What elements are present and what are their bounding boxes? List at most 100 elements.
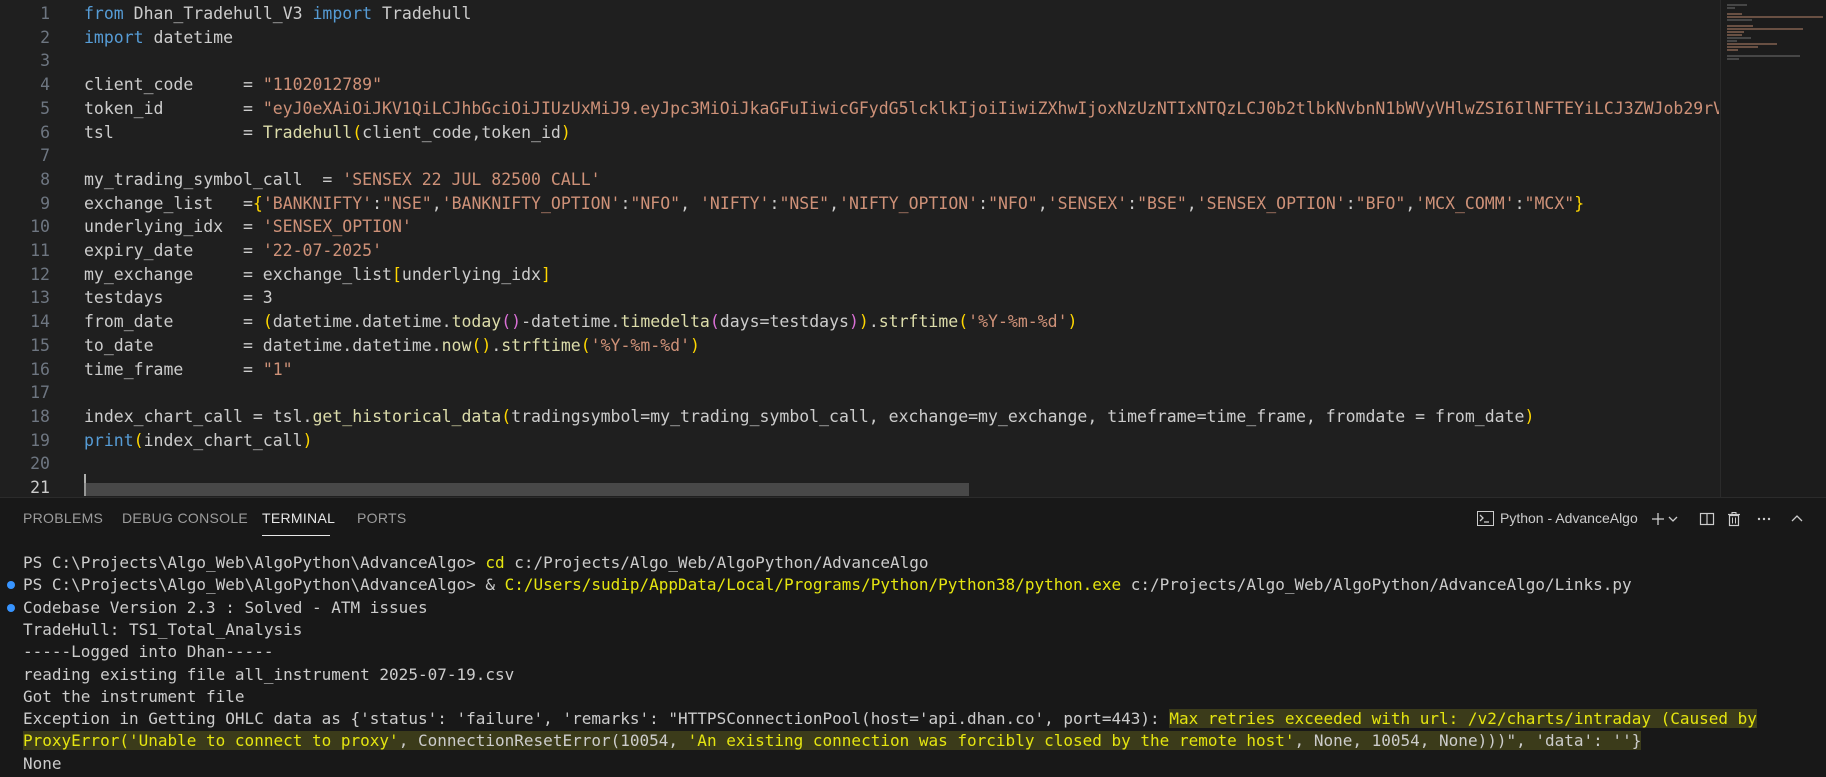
more-icon[interactable]	[1752, 507, 1776, 531]
tab-ports[interactable]: PORTS	[357, 510, 406, 526]
code-line[interactable]: to_date = datetime.datetime.now().strfti…	[84, 334, 700, 358]
terminal-text: None	[23, 753, 62, 773]
code-token: "NSE"	[382, 193, 432, 213]
minimap-line	[1727, 25, 1753, 27]
code-token: :	[1345, 193, 1356, 213]
code-line[interactable]: my_trading_symbol_call = 'SENSEX 22 JUL …	[84, 168, 601, 192]
code-line[interactable]: index_chart_call = tsl.get_historical_da…	[84, 405, 1534, 429]
code-line[interactable]: import datetime	[84, 26, 233, 50]
line-number: 20	[30, 454, 50, 474]
code-token: ,	[1037, 193, 1048, 213]
terminal-text: PS C:\Projects\Algo_Web\AlgoPython\Advan…	[23, 575, 505, 595]
code-token: '%Y-%m-%d'	[968, 312, 1068, 332]
minimap-line	[1727, 43, 1777, 45]
code-editor[interactable]: 1 2 3 4 5 6 7 8 9 10 11 12 13 14 15 16 17 18 19 20 21 from D…	[0, 0, 1826, 497]
code-line[interactable]: my_exchange = exchange_list[underlying_i…	[84, 263, 551, 287]
terminal-text: c:/Projects/Algo_Web/AlgoPython/AdvanceA…	[504, 553, 929, 572]
code-token: ()	[501, 312, 522, 332]
minimap-line	[1727, 7, 1735, 9]
code-line[interactable]: from Dhan_Tradehull_V3 import Tradehull	[84, 2, 471, 26]
terminal-icon	[1477, 510, 1494, 526]
code-token: tradingsymbol=my_trading_symbol_call, ex…	[511, 406, 1525, 426]
code-token: 'NIFTY'	[699, 193, 770, 213]
code-token: (	[133, 430, 144, 450]
terminal-profile-selector[interactable]: Python - AdvanceAlgo	[1477, 510, 1638, 526]
line-number: 3	[40, 51, 50, 71]
code-token: token_id =	[84, 98, 263, 118]
code-token: 'NIFTY_OPTION'	[839, 193, 979, 213]
code-area[interactable]: from Dhan_Tradehull_V3 import Tradehull i…	[84, 0, 1719, 497]
line-number: 19	[30, 430, 50, 450]
code-token: (	[501, 406, 512, 426]
terminal-line: Got the instrument file	[23, 686, 245, 708]
command-decoration-icon[interactable]	[7, 603, 15, 612]
code-token: "MCX"	[1524, 193, 1575, 213]
terminal-text: cd	[485, 553, 505, 572]
minimap-line	[1727, 40, 1737, 42]
tab-terminal[interactable]: TERMINAL	[262, 510, 335, 526]
code-token: ()	[471, 335, 492, 355]
code-token: ,	[1186, 193, 1197, 213]
code-line[interactable]: time_frame = "1"	[84, 358, 293, 382]
line-number: 4	[40, 75, 50, 95]
code-token: from	[84, 4, 124, 23]
code-line[interactable]: token_id = "eyJ0eXAiOiJKV1QiLCJhbGciOiJI…	[84, 97, 1719, 121]
tab-problems[interactable]: PROBLEMS	[23, 510, 103, 526]
code-token: )	[1524, 406, 1535, 426]
code-line[interactable]: testdays = 3	[84, 286, 273, 310]
code-token: datetime	[143, 27, 234, 47]
code-token: from_date =	[84, 312, 263, 332]
code-token: (	[958, 312, 969, 332]
terminal-line: None	[23, 753, 62, 775]
chevron-up-icon[interactable]	[1785, 507, 1809, 531]
terminal-text: C:/Users/sudip/AppData/Local/Programs/Py…	[504, 575, 1122, 595]
code-line[interactable]: tsl = Tradehull(client_code,token_id)	[84, 121, 571, 145]
terminal-text: Max retries exceeded with url: /v2/chart…	[1169, 709, 1757, 729]
minimap-line	[1727, 28, 1803, 30]
code-line[interactable]: from_date = (datetime.datetime.today()-d…	[84, 310, 1077, 334]
line-number: 13	[30, 288, 50, 308]
code-token: import	[312, 4, 373, 23]
code-token: Tradehull	[372, 4, 472, 23]
code-token: )	[560, 122, 571, 142]
terminal-text: c:/Projects/Algo_Web/AlgoPython/AdvanceA…	[1121, 575, 1632, 595]
terminal-text: PS C:\Projects\Algo_Web\AlgoPython\Advan…	[23, 553, 486, 572]
code-line[interactable]: expiry_date = '22-07-2025'	[84, 239, 382, 263]
code-line[interactable]: exchange_list ={'BANKNIFTY':"NSE",'BANKN…	[84, 192, 1584, 216]
minimap-line	[1727, 19, 1752, 21]
line-number: 6	[40, 122, 50, 142]
terminal-output[interactable]: PS C:\Projects\Algo_Web\AlgoPython\Advan…	[0, 548, 1826, 777]
terminal-line: reading existing file all_instrument 202…	[23, 664, 514, 686]
minimap-line	[1727, 58, 1739, 60]
code-token: ]	[540, 264, 551, 284]
code-line[interactable]: client_code = "1102012789"	[84, 73, 382, 97]
code-token: to_date = datetime.datetime.	[84, 335, 442, 355]
minimap-line	[1727, 55, 1800, 57]
code-token: (	[709, 312, 720, 332]
code-line[interactable]: print(index_chart_call)	[84, 429, 313, 453]
trash-icon[interactable]	[1722, 507, 1746, 531]
split-icon[interactable]	[1695, 507, 1719, 531]
minimap[interactable]	[1720, 0, 1826, 497]
command-decoration-icon[interactable]	[7, 581, 15, 590]
line-number: 15	[30, 335, 50, 355]
horizontal-scrollbar[interactable]	[84, 483, 969, 496]
chevron-down-icon[interactable]	[1666, 507, 1680, 531]
terminal-line: ProxyError('Unable to connect to proxy',…	[23, 730, 1642, 752]
terminal-profile-label: Python - AdvanceAlgo	[1500, 510, 1638, 526]
terminal-line: TradeHull: TS1_Total_Analysis	[23, 619, 302, 641]
terminal-text: TradeHull: TS1_Total_Analysis	[23, 619, 303, 639]
code-token: expiry_date =	[84, 241, 263, 260]
line-number: 16	[30, 359, 50, 379]
code-token: exchange_list =	[84, 193, 253, 213]
code-token: get_historical_data	[312, 406, 502, 426]
code-token: "1102012789"	[262, 75, 383, 95]
terminal-line: -----Logged into Dhan-----	[23, 641, 273, 663]
terminal-text: Codebase Version 2.3 : Solved - ATM issu…	[23, 597, 428, 617]
tab-debug-console[interactable]: DEBUG CONSOLE	[122, 510, 248, 526]
code-line[interactable]: underlying_idx = 'SENSEX_OPTION'	[84, 215, 412, 239]
code-token: my_exchange = exchange_list	[84, 264, 392, 284]
code-token: ,	[829, 193, 840, 213]
code-token: )	[1067, 312, 1078, 332]
code-token: 'SENSEX 22 JUL 82500 CALL'	[342, 169, 601, 189]
